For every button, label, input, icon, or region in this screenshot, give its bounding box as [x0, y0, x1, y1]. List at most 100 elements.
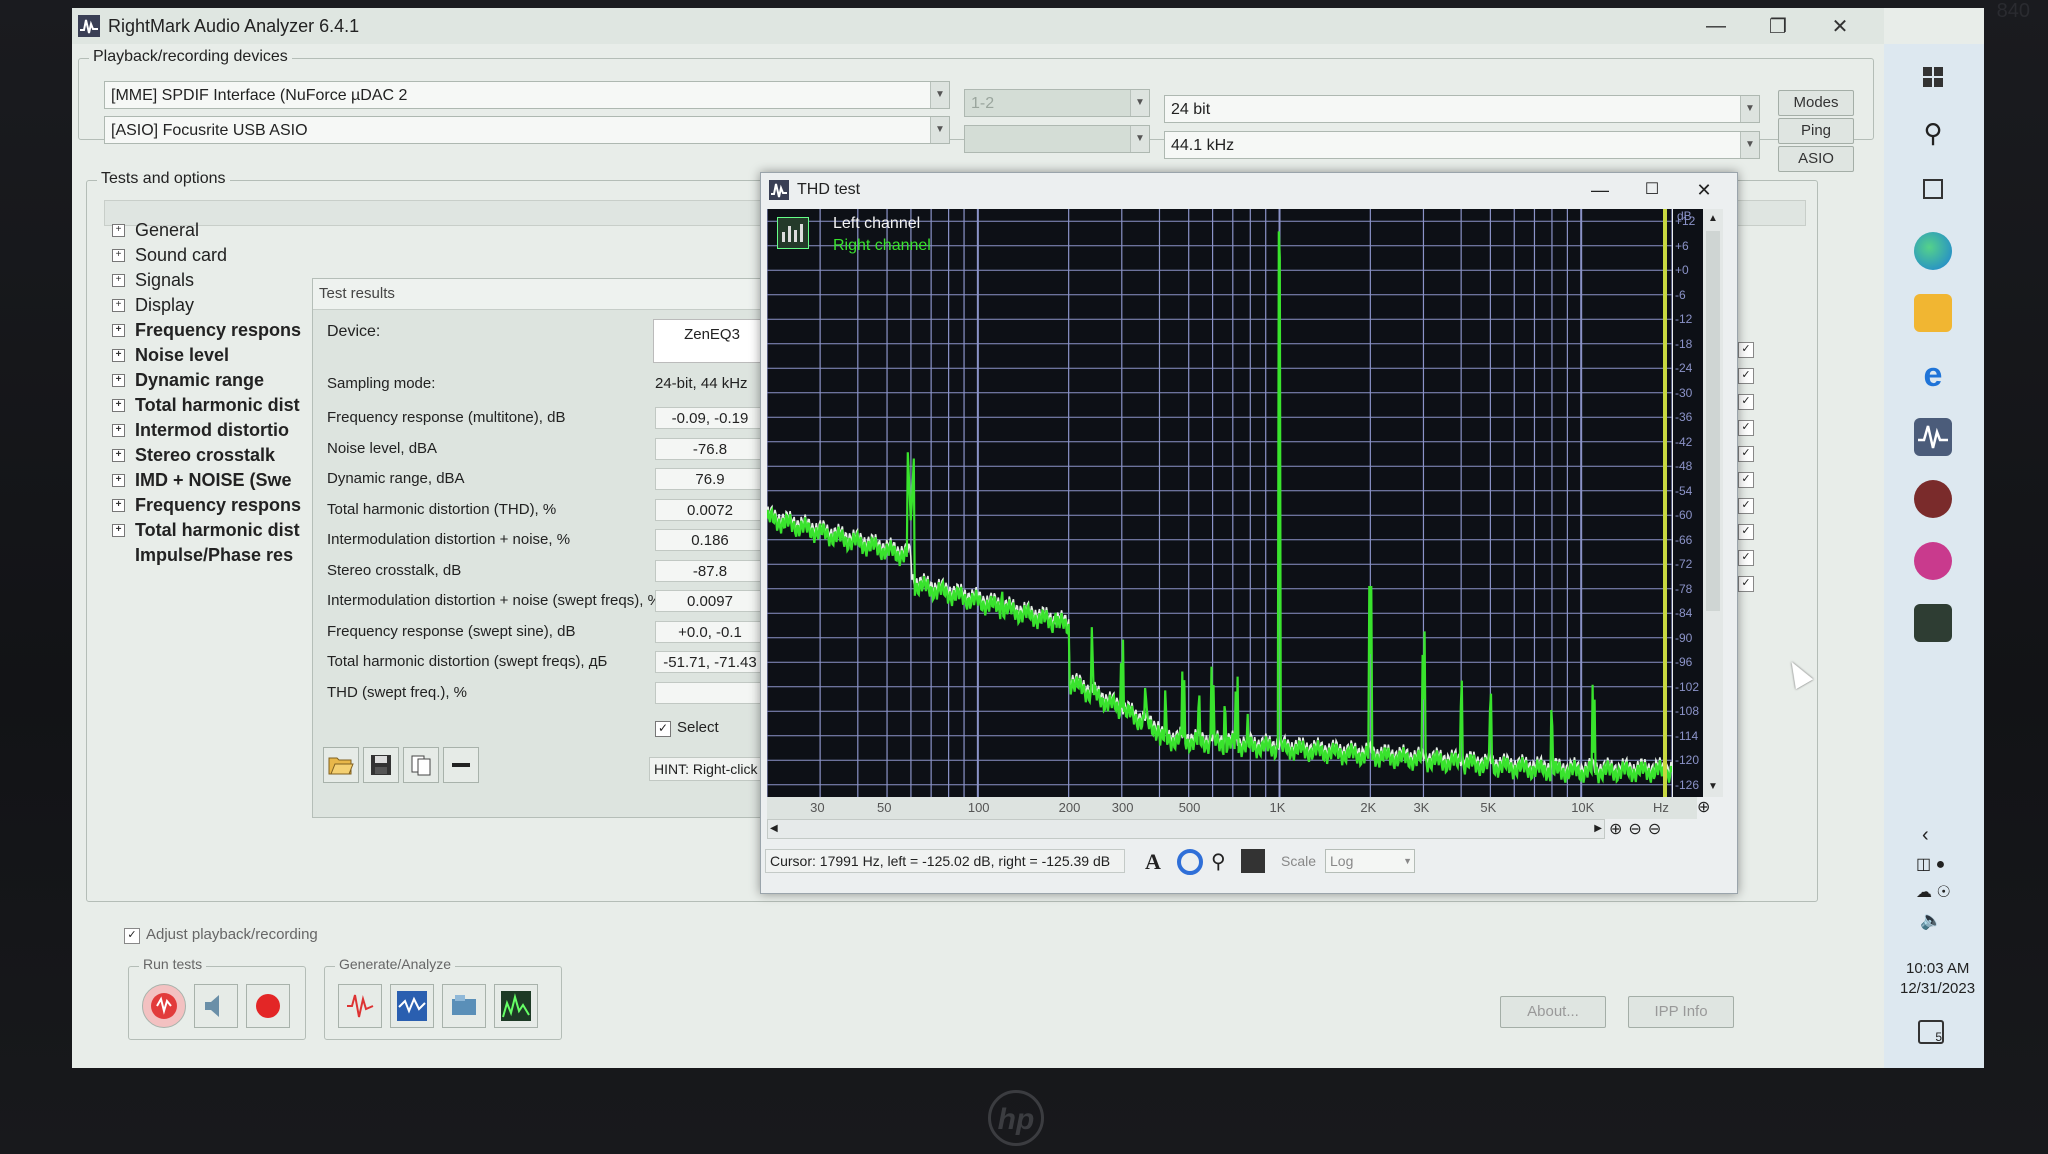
vivaldi-icon[interactable]: [1914, 542, 1952, 580]
thd-minimize-button[interactable]: —: [1577, 173, 1623, 207]
chevron-down-icon: ▼: [930, 82, 949, 108]
test-enabled-checkbox[interactable]: ✓: [1738, 550, 1754, 566]
save-icon[interactable]: [363, 747, 399, 783]
recording-device-select[interactable]: [ASIO] Focusrite USB ASIO ▼: [104, 116, 950, 144]
adjust-checkbox[interactable]: ✓: [124, 928, 140, 944]
scroll-up-icon[interactable]: ▲: [1703, 209, 1723, 229]
expand-icon[interactable]: +: [112, 349, 125, 362]
ipp-info-button[interactable]: IPP Info: [1628, 996, 1734, 1028]
zoom-in-icon[interactable]: ⊕: [1609, 819, 1622, 841]
horizontal-scrollbar[interactable]: ◀ ▶: [767, 819, 1605, 839]
run-selected-icon[interactable]: [142, 984, 186, 1028]
font-icon[interactable]: A: [1145, 849, 1161, 875]
media-app-icon[interactable]: [1914, 480, 1952, 518]
result-label: Dynamic range, dBA: [327, 470, 465, 487]
modes-button[interactable]: Modes: [1778, 90, 1854, 116]
remove-icon[interactable]: [443, 747, 479, 783]
windows-start-icon[interactable]: [1914, 58, 1952, 96]
expand-icon[interactable]: +: [112, 299, 125, 312]
expand-icon[interactable]: +: [112, 499, 125, 512]
channels2-select[interactable]: ▼: [964, 125, 1150, 153]
expand-icon[interactable]: +: [112, 424, 125, 437]
open-folder-icon[interactable]: [323, 747, 359, 783]
tree-item[interactable]: + Sound card: [112, 243, 362, 268]
minimize-button[interactable]: —: [1686, 8, 1746, 44]
expand-icon[interactable]: +: [112, 274, 125, 287]
expand-icon[interactable]: +: [112, 449, 125, 462]
task-view-icon[interactable]: [1914, 170, 1952, 208]
scroll-left-icon[interactable]: ◀: [770, 820, 778, 838]
expand-icon[interactable]: +: [112, 324, 125, 337]
test-enabled-checkbox[interactable]: ✓: [1738, 394, 1754, 410]
spectrum-view-icon[interactable]: [494, 984, 538, 1028]
legend-icon[interactable]: [777, 217, 809, 249]
run-tests-label: Run tests: [139, 956, 207, 972]
hz-tick-label: 50: [877, 800, 892, 815]
tree-item[interactable]: + General: [112, 218, 362, 243]
scroll-right-icon[interactable]: ▶: [1594, 820, 1602, 838]
test-enabled-checkbox[interactable]: ✓: [1738, 368, 1754, 384]
generate-signal-icon[interactable]: [338, 984, 382, 1028]
select-checkbox[interactable]: ✓: [655, 721, 671, 737]
asio-button[interactable]: ASIO: [1778, 146, 1854, 172]
find-icon[interactable]: ⚲: [1211, 849, 1226, 874]
expand-icon[interactable]: +: [112, 524, 125, 537]
channels-select[interactable]: 1-2 ▼: [964, 89, 1150, 117]
spectrum-plot[interactable]: Left channel Right channel: [765, 209, 1674, 797]
scale-select[interactable]: Log ▼: [1325, 849, 1415, 873]
scroll-down-icon[interactable]: ▼: [1703, 777, 1723, 797]
playback-device-select[interactable]: [MME] SPDIF Interface (NuForce µDAC 2 ▼: [104, 81, 950, 109]
bit-depth-select[interactable]: 24 bit ▼: [1164, 95, 1760, 123]
app-titlebar: RightMark Audio Analyzer 6.4.1: [72, 8, 1884, 44]
expand-icon[interactable]: +: [112, 474, 125, 487]
ping-button[interactable]: Ping: [1778, 118, 1854, 144]
test-enabled-checkbox[interactable]: ✓: [1738, 472, 1754, 488]
search-icon[interactable]: ⚲: [1914, 114, 1952, 152]
zoom-out-icon[interactable]: ⊖: [1628, 819, 1641, 841]
test-enabled-checkbox[interactable]: ✓: [1738, 498, 1754, 514]
refresh-icon[interactable]: [1177, 849, 1203, 875]
rmaa-taskbar-icon[interactable]: [1914, 418, 1952, 456]
expand-icon[interactable]: +: [112, 399, 125, 412]
volume-icon[interactable]: 🔈: [1920, 910, 1942, 931]
expand-icon[interactable]: +: [112, 374, 125, 387]
sample-rate-select[interactable]: 44.1 kHz ▼: [1164, 131, 1760, 159]
save-graph-icon[interactable]: [1241, 849, 1265, 873]
tray-icons[interactable]: ◫ ●: [1916, 854, 1945, 874]
clock-date[interactable]: 12/31/2023: [1900, 980, 1975, 997]
analyze-wave-icon[interactable]: [390, 984, 434, 1028]
zoom-reset-icon[interactable]: ⊖: [1648, 819, 1661, 841]
hz-tick-label: 3K: [1413, 800, 1430, 815]
expand-icon[interactable]: +: [112, 249, 125, 262]
test-enabled-checkbox[interactable]: ✓: [1738, 576, 1754, 592]
result-value: -76.8: [655, 437, 765, 460]
open-recording-icon[interactable]: [442, 984, 486, 1028]
copy-icon[interactable]: [403, 747, 439, 783]
test-enabled-checkbox[interactable]: ✓: [1738, 342, 1754, 358]
internet-explorer-icon[interactable]: e: [1914, 356, 1952, 394]
result-row: Frequency response (multitone), dB -0.09,…: [323, 405, 765, 433]
thd-maximize-button[interactable]: ☐: [1629, 173, 1675, 207]
record-icon[interactable]: [246, 984, 290, 1028]
zoom-fit-icon[interactable]: ⊕: [1697, 797, 1710, 817]
network-icon[interactable]: ☁ ☉: [1916, 882, 1951, 902]
chevron-left-icon[interactable]: ‹: [1922, 824, 1929, 847]
expand-icon[interactable]: +: [112, 224, 125, 237]
thd-close-button[interactable]: ✕: [1681, 173, 1727, 207]
notification-icon[interactable]: 5: [1918, 1020, 1944, 1044]
test-enabled-checkbox[interactable]: ✓: [1738, 420, 1754, 436]
file-explorer-icon[interactable]: [1914, 294, 1952, 332]
about-button[interactable]: About...: [1500, 996, 1606, 1028]
restore-button[interactable]: ❐: [1748, 8, 1808, 44]
spectrum-grid: [766, 209, 1673, 797]
clock-time[interactable]: 10:03 AM: [1906, 960, 1969, 977]
vertical-scroll-thumb[interactable]: [1706, 231, 1720, 611]
analyzer-app-icon[interactable]: [1914, 604, 1952, 642]
edge-icon[interactable]: [1914, 232, 1952, 270]
speaker-icon[interactable]: [194, 984, 238, 1028]
result-label: Stereo crosstalk, dB: [327, 561, 462, 579]
test-enabled-checkbox[interactable]: ✓: [1738, 446, 1754, 462]
close-button[interactable]: ✕: [1810, 8, 1870, 44]
vertical-scrollbar[interactable]: ▲ ▼: [1703, 209, 1723, 797]
test-enabled-checkbox[interactable]: ✓: [1738, 524, 1754, 540]
